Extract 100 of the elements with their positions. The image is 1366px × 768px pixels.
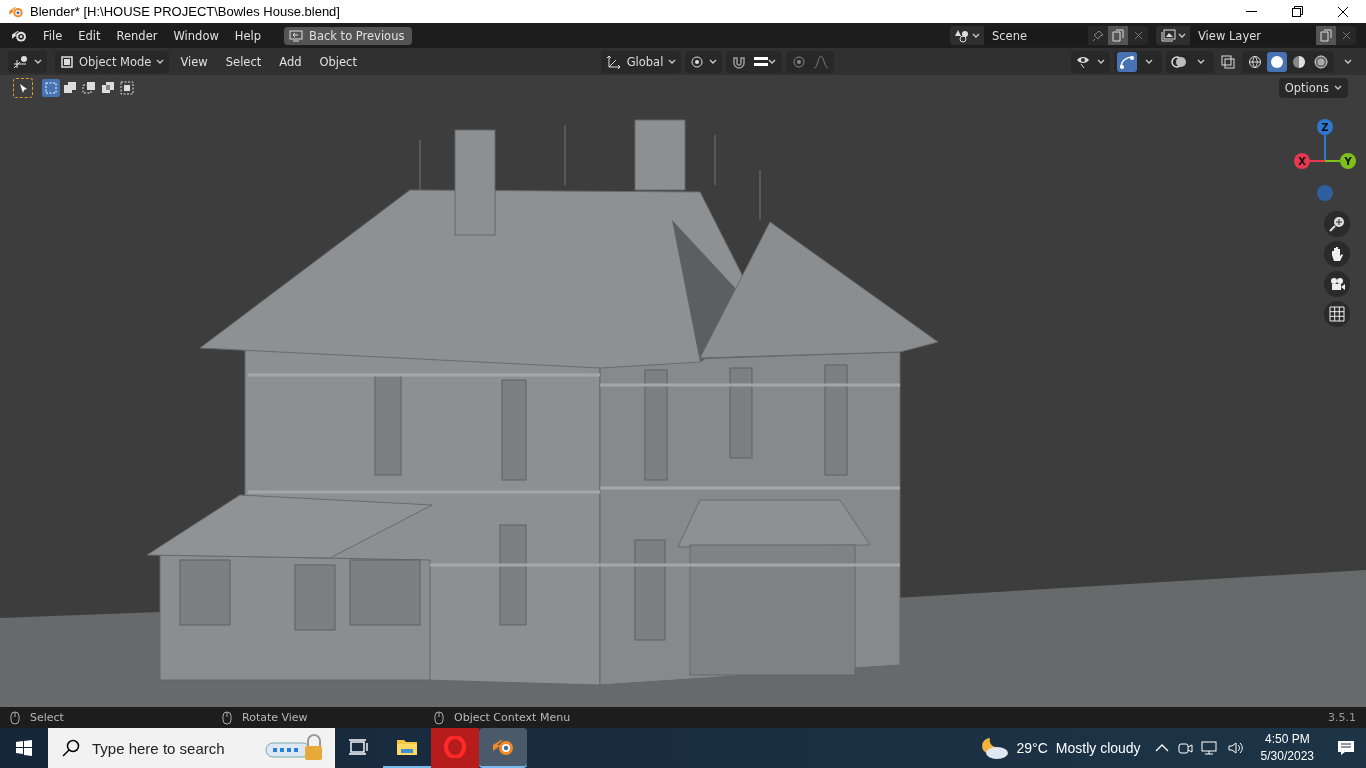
new-scene-button[interactable] xyxy=(1108,26,1128,45)
caret-icon xyxy=(768,58,777,65)
zoom-icon xyxy=(1329,216,1345,232)
menu-item[interactable]: Edit xyxy=(71,25,108,46)
menu-item[interactable]: File xyxy=(36,25,70,46)
caret-icon xyxy=(1097,58,1105,65)
axis-handle[interactable]: Z xyxy=(1317,119,1333,135)
sphere-icon xyxy=(1270,54,1284,69)
search-field[interactable]: Type here to search xyxy=(90,738,255,758)
snap-target-icon xyxy=(754,55,769,68)
negative-axis-handle[interactable] xyxy=(1317,185,1333,201)
caret-icon xyxy=(709,58,718,65)
axis-handle[interactable]: Y xyxy=(1340,153,1356,169)
selection-mode-icon xyxy=(120,80,134,95)
version-label: 3.5.1 xyxy=(1328,711,1356,724)
cloudy-moon-icon xyxy=(980,736,1009,760)
time-label: 4:50 PM xyxy=(1264,731,1310,748)
visibility-dropdown[interactable] xyxy=(1071,50,1110,73)
projection-button[interactable] xyxy=(1324,301,1350,327)
caret-icon xyxy=(1197,58,1205,65)
scene-type-dropdown[interactable] xyxy=(950,26,984,45)
hand-icon xyxy=(1329,246,1345,262)
caret-icon xyxy=(156,58,165,65)
sphere-icon xyxy=(1292,54,1306,69)
task-view-icon xyxy=(349,739,369,755)
view-layer-dropdown[interactable] xyxy=(1156,26,1190,45)
camera-view-button[interactable] xyxy=(1324,271,1350,297)
back-to-previous-button[interactable]: Back to Previous xyxy=(284,26,413,45)
pivot-point-dropdown[interactable] xyxy=(685,50,723,73)
mouse-icon xyxy=(222,710,232,725)
transform-orientation-dropdown[interactable]: Global xyxy=(600,50,682,73)
menu-item[interactable]: Object xyxy=(312,51,364,72)
caret-icon xyxy=(668,58,677,65)
gizmo-toggle-button[interactable] xyxy=(1117,51,1137,72)
menu-item[interactable]: Select xyxy=(218,51,269,72)
network-icon[interactable] xyxy=(1200,740,1219,756)
magnet-icon xyxy=(732,54,747,69)
copy-icon xyxy=(1320,29,1332,42)
proportional-icon xyxy=(792,54,807,69)
selection-mode-button[interactable] xyxy=(42,78,60,97)
shading-mode-button[interactable] xyxy=(1267,51,1287,72)
cross-icon xyxy=(1341,31,1351,40)
windows-logo-icon xyxy=(16,740,32,756)
menu-item[interactable]: Render xyxy=(109,25,165,46)
clock[interactable]: 4:50 PM 5/30/2023 xyxy=(1260,731,1314,765)
mouse-icon xyxy=(10,710,20,725)
chevron-up-icon[interactable] xyxy=(1154,743,1169,753)
caret-icon xyxy=(1145,58,1153,65)
selection-mode-icon xyxy=(63,80,77,95)
caret-icon xyxy=(1178,32,1186,39)
menu-item[interactable]: Window xyxy=(166,25,226,46)
scene-name-field[interactable]: Scene xyxy=(984,26,1088,45)
falloff-curve-icon xyxy=(813,54,830,69)
axis-lines-drawing xyxy=(1310,135,1340,162)
search-bar[interactable]: Type here to search xyxy=(48,728,335,768)
notifications-icon[interactable] xyxy=(1337,740,1355,756)
selection-mode-button[interactable] xyxy=(118,78,136,97)
scene-icon xyxy=(954,28,970,43)
mouse-icon xyxy=(434,710,444,725)
menu-item[interactable]: Help xyxy=(227,25,269,46)
menu-item[interactable]: Add xyxy=(272,51,309,72)
date-label: 5/30/2023 xyxy=(1260,748,1314,765)
x-ray-icon xyxy=(1221,54,1235,69)
camera-icon[interactable] xyxy=(1176,740,1193,756)
cross-icon xyxy=(1133,31,1143,40)
axes-icon xyxy=(605,53,622,70)
restore-icon xyxy=(1291,6,1303,17)
axis-handle[interactable]: X xyxy=(1294,153,1310,169)
select-box-tool-button[interactable] xyxy=(14,78,32,97)
pivot-icon xyxy=(690,54,705,69)
caret-icon xyxy=(34,58,42,65)
selection-mode-icon xyxy=(82,80,96,95)
object-mode-dropdown[interactable]: Object Mode xyxy=(55,50,170,73)
blender-logo-icon[interactable] xyxy=(10,28,28,43)
speaker-icon[interactable] xyxy=(1226,740,1245,756)
search-icon xyxy=(62,739,80,757)
folder-icon xyxy=(396,738,418,756)
minimize-icon xyxy=(1245,10,1257,13)
grid-icon xyxy=(1329,306,1345,322)
status-hint: Object Context Menu xyxy=(454,711,571,724)
camera-icon xyxy=(1329,277,1345,291)
sphere-icon xyxy=(1314,54,1328,69)
status-hint: Select xyxy=(30,711,64,724)
zoom-button[interactable] xyxy=(1324,211,1350,237)
layers-icon xyxy=(1160,28,1176,43)
object-mode-icon xyxy=(60,54,74,69)
blender-logo-icon xyxy=(8,4,24,19)
sphere-icon xyxy=(1248,54,1262,69)
weather-condition-label: Mostly cloudy xyxy=(1055,740,1141,756)
pan-button[interactable] xyxy=(1324,241,1350,267)
caret-icon xyxy=(1334,84,1342,91)
opera-icon xyxy=(444,736,466,758)
menu-item[interactable]: View xyxy=(173,51,215,72)
password-lock-icon xyxy=(265,734,323,762)
options-dropdown[interactable]: Options xyxy=(1278,77,1348,98)
view-layer-name-field[interactable]: View Layer xyxy=(1190,26,1316,45)
new-view-layer-button[interactable] xyxy=(1316,26,1336,45)
cursor-arrow-icon xyxy=(17,81,29,94)
pin-icon xyxy=(1092,29,1104,42)
editor-type-dropdown[interactable] xyxy=(8,50,47,73)
